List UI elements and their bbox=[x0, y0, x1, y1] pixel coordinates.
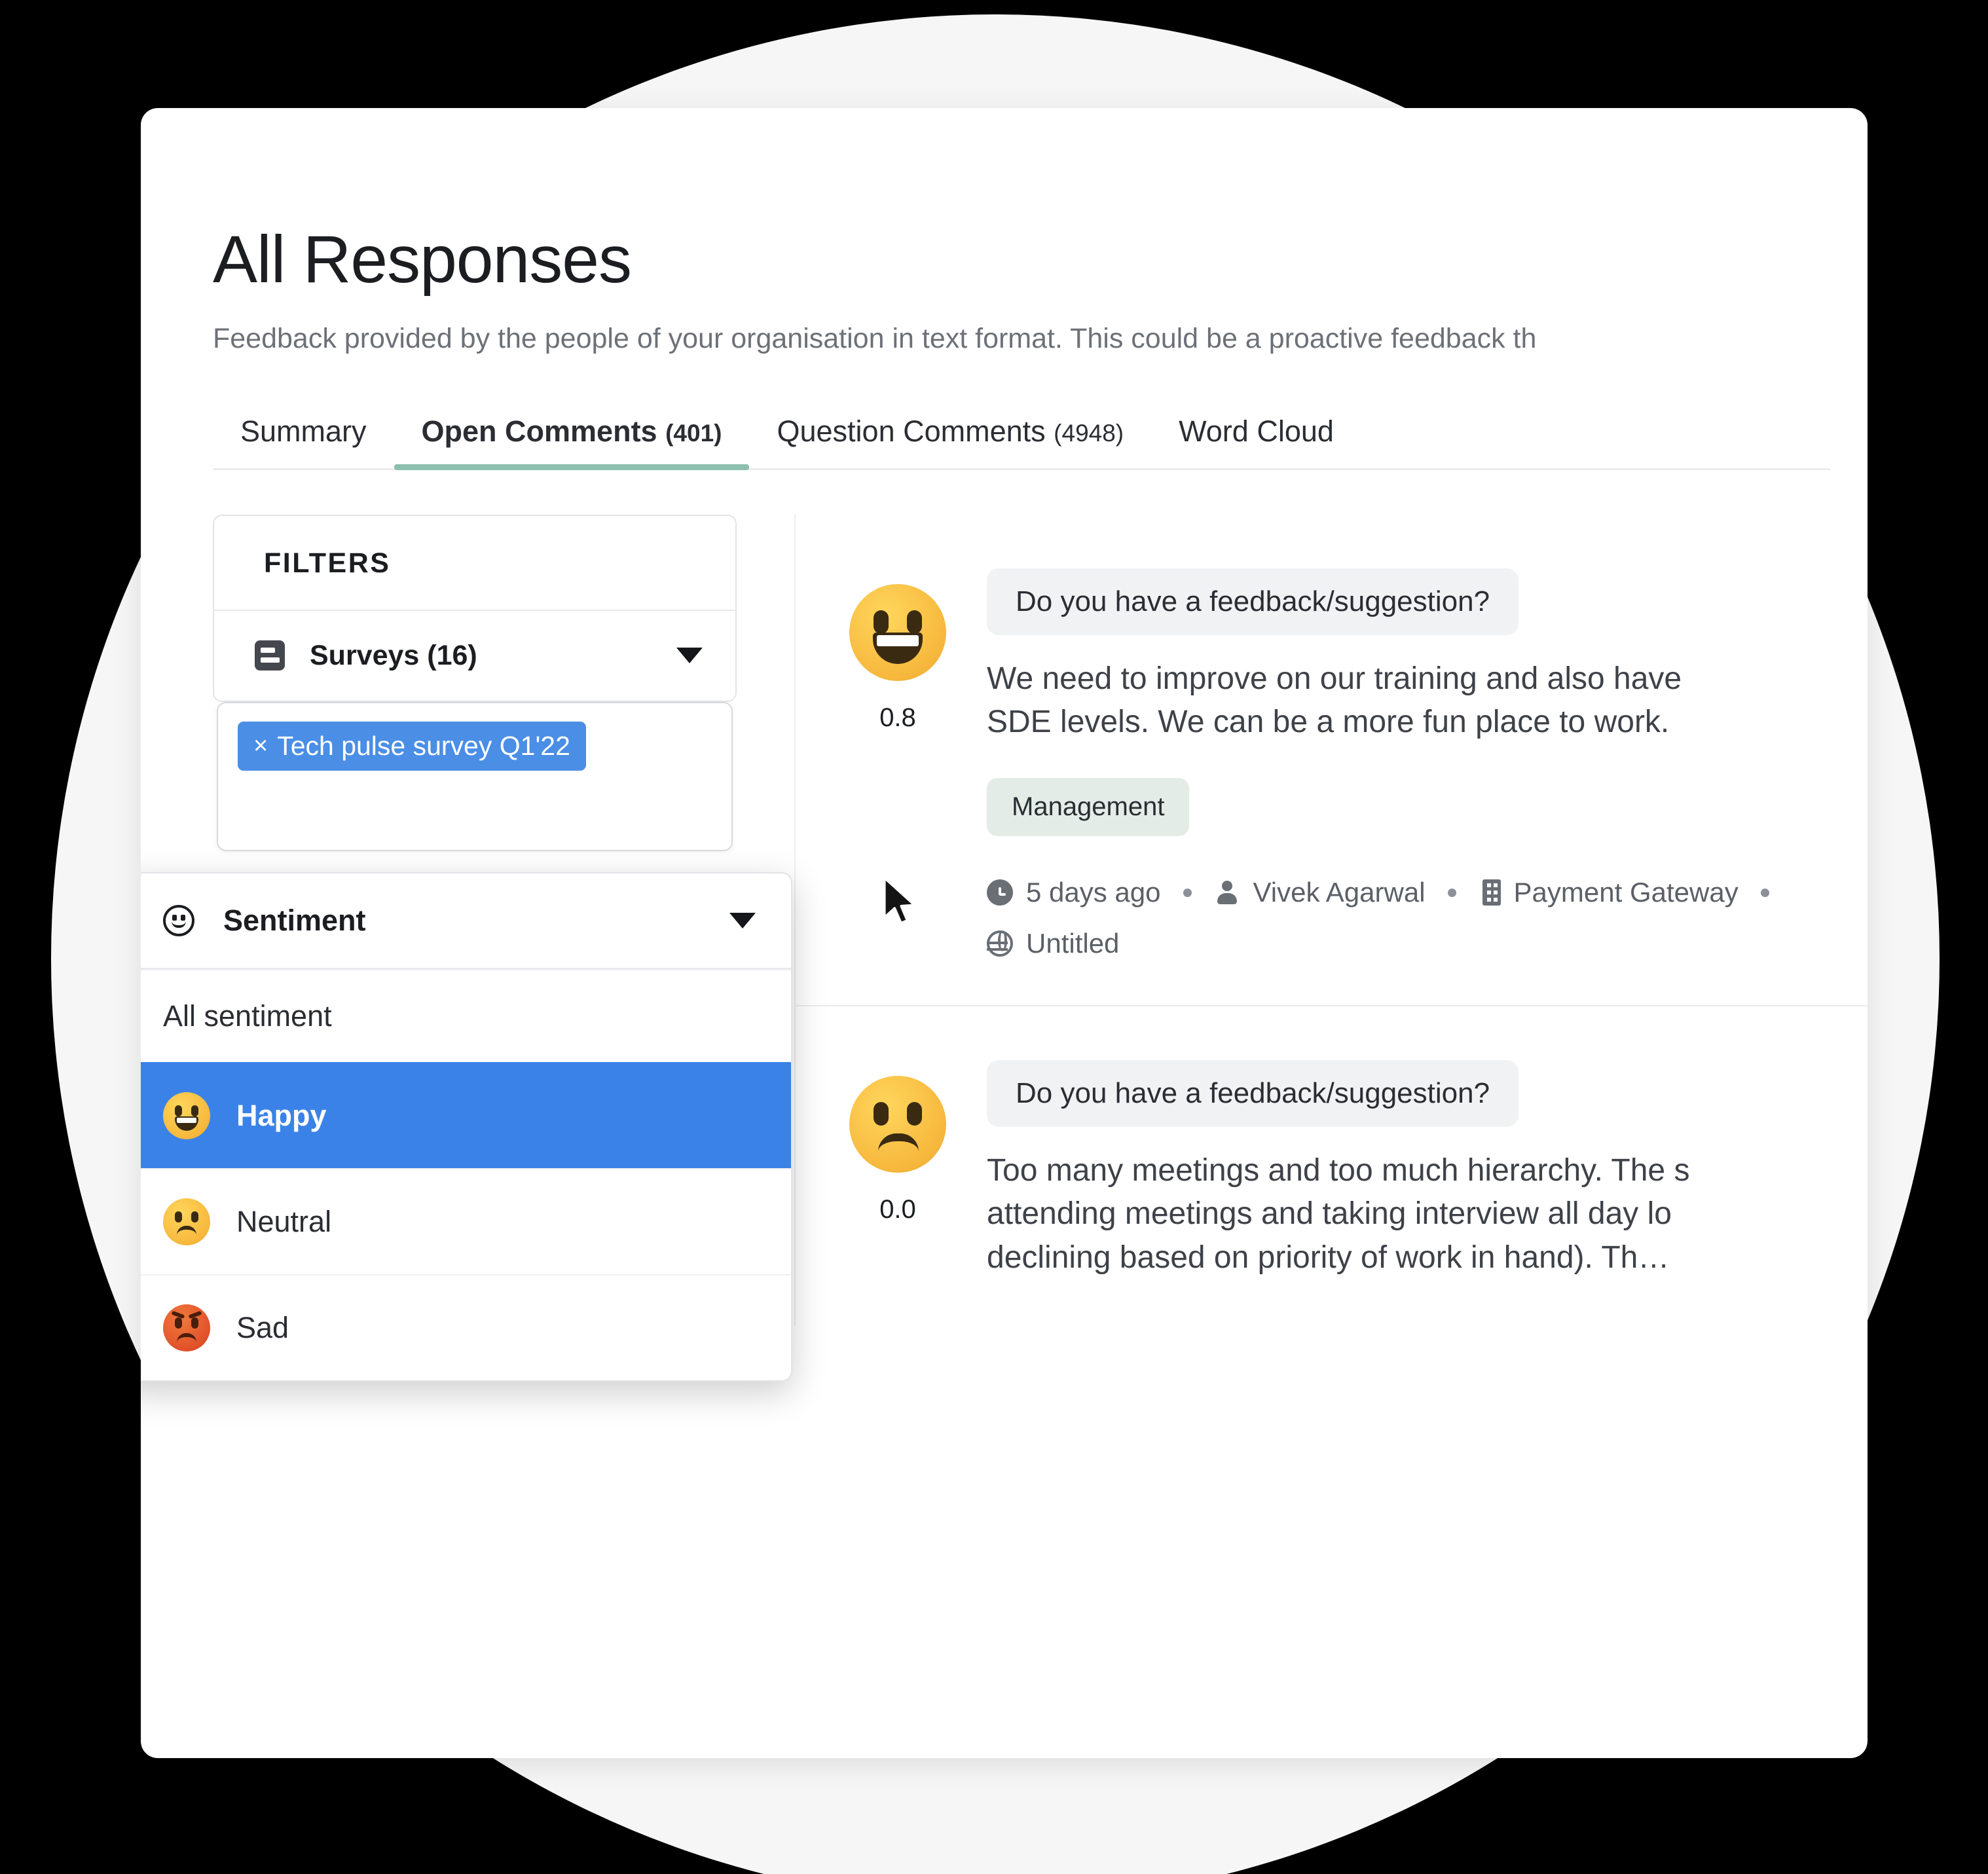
sentiment-option-happy-label: Happy bbox=[236, 1098, 327, 1132]
tab-open-comments-count: (401) bbox=[665, 419, 722, 447]
survey-chip-label: Tech pulse survey Q1'22 bbox=[277, 730, 570, 761]
meta-time-label: 5 days ago bbox=[1026, 877, 1161, 908]
neutral-face-icon bbox=[163, 1198, 210, 1245]
survey-icon bbox=[255, 640, 285, 671]
all-responses-app-card: All Responses Feedback provided by the p… bbox=[141, 108, 1868, 1758]
meta-department-label: Payment Gateway bbox=[1513, 877, 1739, 908]
answer-line: declining based on priority of work in h… bbox=[987, 1240, 1670, 1275]
meta-separator-dot bbox=[1183, 888, 1192, 897]
sentiment-option-all[interactable]: All sentiment bbox=[141, 968, 791, 1062]
filters-column: FILTERS Surveys (16) × Tech pulse survey… bbox=[141, 514, 792, 1382]
sad-face-icon bbox=[163, 1304, 210, 1351]
smiley-icon bbox=[163, 904, 194, 936]
sentiment-dropdown: Sentiment All sentiment Happy Neutral Sa… bbox=[141, 872, 792, 1382]
answer-line: We need to improve on our training and a… bbox=[987, 661, 1682, 696]
response-content: Do you have a feedback/suggestion? We ne… bbox=[987, 563, 1868, 959]
filter-surveys-row[interactable]: Surveys (16) bbox=[214, 611, 735, 701]
sentiment-option-neutral-label: Neutral bbox=[236, 1204, 332, 1238]
happy-face-icon bbox=[163, 1092, 210, 1139]
tab-question-comments-label: Question Comments bbox=[777, 414, 1046, 448]
screenshot-stage: All Responses Feedback provided by the p… bbox=[0, 0, 1988, 1874]
page-title: All Responses bbox=[213, 222, 632, 297]
neutral-face-icon bbox=[849, 1076, 946, 1173]
filters-panel: FILTERS Surveys (16) bbox=[213, 514, 737, 702]
response-meta: 5 days ago Vivek Agarwal Payment Gateway bbox=[987, 877, 1868, 908]
meta-location: Untitled bbox=[987, 928, 1119, 959]
sentiment-dropdown-header[interactable]: Sentiment bbox=[141, 873, 791, 969]
chevron-down-icon bbox=[729, 912, 756, 928]
sentiment-score: 0.8 bbox=[879, 703, 916, 732]
content-body: FILTERS Surveys (16) × Tech pulse survey… bbox=[141, 514, 1868, 1382]
survey-chip-tech-pulse[interactable]: × Tech pulse survey Q1'22 bbox=[238, 721, 586, 771]
clock-icon bbox=[987, 879, 1013, 906]
responses-list: 0.8 Do you have a feedback/suggestion? W… bbox=[794, 514, 1868, 1325]
response-sentiment-block: 0.0 bbox=[840, 1055, 955, 1279]
sentiment-score: 0.0 bbox=[879, 1195, 916, 1224]
question-pill: Do you have a feedback/suggestion? bbox=[987, 568, 1519, 635]
sentiment-option-sad-label: Sad bbox=[236, 1310, 289, 1344]
chevron-down-icon bbox=[676, 648, 703, 664]
filter-surveys-label: Surveys (16) bbox=[310, 639, 477, 671]
meta-time: 5 days ago bbox=[987, 877, 1161, 908]
meta-separator-dot bbox=[1447, 888, 1456, 897]
tab-summary-label: Summary bbox=[240, 414, 367, 448]
tab-question-comments[interactable]: Question Comments (4948) bbox=[749, 400, 1151, 468]
meta-department: Payment Gateway bbox=[1479, 877, 1739, 908]
building-icon bbox=[1482, 879, 1501, 906]
sentiment-option-happy[interactable]: Happy bbox=[141, 1061, 791, 1168]
selected-surveys-box[interactable]: × Tech pulse survey Q1'22 bbox=[217, 701, 733, 851]
response-content: Do you have a feedback/suggestion? Too m… bbox=[987, 1055, 1868, 1279]
page-header: All Responses Feedback provided by the p… bbox=[141, 108, 1868, 357]
sentiment-option-neutral[interactable]: Neutral bbox=[141, 1167, 791, 1274]
remove-chip-icon[interactable]: × bbox=[253, 733, 268, 758]
response-card[interactable]: 0.8 Do you have a feedback/suggestion? W… bbox=[796, 515, 1868, 1007]
response-sentiment-block: 0.8 bbox=[840, 563, 955, 959]
tab-word-cloud-label: Word Cloud bbox=[1179, 414, 1334, 448]
answer-line: Too many meetings and too much hierarchy… bbox=[987, 1153, 1690, 1188]
globe-icon bbox=[987, 930, 1013, 957]
sentiment-option-all-label: All sentiment bbox=[163, 999, 332, 1033]
person-icon bbox=[1214, 879, 1240, 906]
answer-line: SDE levels. We can be a more fun place t… bbox=[987, 704, 1670, 739]
meta-location-label: Untitled bbox=[1026, 928, 1120, 959]
page-subtitle: Feedback provided by the people of your … bbox=[213, 323, 1537, 354]
meta-person: Vivek Agarwal bbox=[1214, 877, 1426, 908]
response-card[interactable]: 0.0 Do you have a feedback/suggestion? T… bbox=[796, 1006, 1868, 1325]
answer-line: attending meetings and taking interview … bbox=[987, 1196, 1672, 1232]
question-pill: Do you have a feedback/suggestion? bbox=[987, 1060, 1519, 1128]
meta-separator-dot bbox=[1760, 888, 1769, 897]
sentiment-header-label: Sentiment bbox=[223, 903, 366, 937]
tab-bar: Summary Open Comments (401) Question Com… bbox=[213, 400, 1830, 470]
topic-tag[interactable]: Management bbox=[987, 778, 1190, 837]
tab-summary[interactable]: Summary bbox=[213, 400, 394, 468]
meta-person-label: Vivek Agarwal bbox=[1253, 877, 1426, 908]
tab-open-comments-label: Open Comments bbox=[421, 414, 657, 448]
happy-face-icon bbox=[849, 583, 946, 681]
tab-open-comments[interactable]: Open Comments (401) bbox=[394, 400, 750, 470]
response-meta-second-line: Untitled bbox=[987, 928, 1868, 959]
filters-heading: FILTERS bbox=[214, 516, 735, 611]
response-answer: We need to improve on our training and a… bbox=[987, 657, 1868, 744]
sentiment-option-sad[interactable]: Sad bbox=[141, 1274, 791, 1380]
tab-word-cloud[interactable]: Word Cloud bbox=[1151, 400, 1361, 468]
tab-question-comments-count: (4948) bbox=[1054, 419, 1124, 447]
response-answer: Too many meetings and too much hierarchy… bbox=[987, 1149, 1868, 1279]
